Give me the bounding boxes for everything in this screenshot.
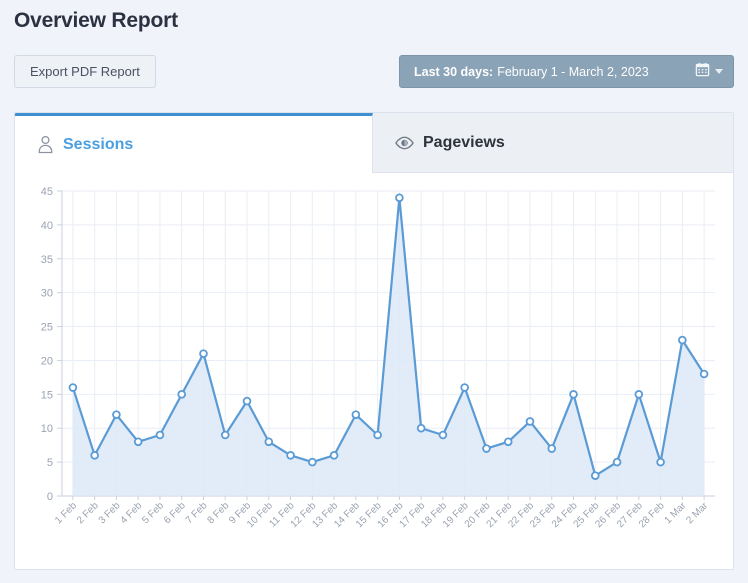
data-point[interactable] [177,390,187,399]
data-point[interactable] [482,444,491,453]
svg-text:4 Feb: 4 Feb [118,500,144,526]
tab-bar: Sessions Pageviews [15,113,733,173]
data-point[interactable] [395,193,404,203]
data-point[interactable] [416,423,426,433]
svg-text:2 Feb: 2 Feb [75,500,101,526]
export-pdf-report-button[interactable]: Export PDF Report [14,55,156,88]
data-point[interactable] [155,430,165,440]
data-point[interactable] [242,396,252,406]
svg-text:5: 5 [47,457,53,469]
export-pdf-report-label: Export PDF Report [30,64,140,79]
data-point[interactable] [220,430,230,440]
svg-text:35: 35 [41,254,53,266]
svg-text:10: 10 [41,423,53,435]
date-range-value: February 1 - March 2, 2023 [497,64,649,79]
tab-sessions-label: Sessions [63,135,134,153]
data-point[interactable] [612,457,622,467]
svg-text:1 Mar: 1 Mar [663,500,689,526]
data-point[interactable] [68,383,78,392]
data-point[interactable] [634,390,644,399]
date-range-label: Last 30 days: [414,64,494,79]
overview-report-page: Overview Report Export PDF Report Last 3… [0,0,748,583]
data-point[interactable] [112,410,121,419]
svg-text:3 Feb: 3 Feb [97,500,123,526]
data-point[interactable] [569,390,578,399]
svg-text:28 Feb: 28 Feb [637,500,667,530]
data-point[interactable] [199,349,208,358]
data-point[interactable] [699,369,709,379]
sessions-area-chart: 0 5 10 15 20 25 30 35 40 45 1 Feb2 Feb3 Feb4 Feb5… [41,186,715,530]
date-range-controls[interactable] [695,62,723,82]
data-point[interactable] [308,457,317,467]
report-card: Sessions Pageviews 0 5 10 15 20 25 30 35 40 45 1 … [14,112,734,570]
svg-text:30: 30 [41,288,53,300]
user-icon [37,135,54,154]
data-point[interactable] [547,444,557,453]
chart-y-axis: 0 5 10 15 20 25 30 35 40 45 [41,186,63,503]
svg-text:0: 0 [47,491,53,503]
svg-text:8 Feb: 8 Feb [206,500,232,526]
svg-text:1 Feb: 1 Feb [53,500,79,526]
data-point[interactable] [438,430,448,440]
data-point[interactable] [656,457,665,467]
data-point[interactable] [503,437,513,447]
svg-text:25: 25 [41,322,53,334]
tab-pageviews-label: Pageviews [423,133,505,151]
data-point[interactable] [133,437,143,447]
data-point[interactable] [373,430,382,440]
svg-text:20: 20 [41,355,53,367]
sessions-chart: 0 5 10 15 20 25 30 35 40 45 1 Feb 2 Feb 3 Feb 4 Feb 5… [15,173,733,569]
tab-sessions[interactable]: Sessions [15,113,373,173]
data-point[interactable] [460,383,469,392]
data-point[interactable] [525,417,535,426]
data-point[interactable] [351,410,361,419]
data-point[interactable] [90,451,99,460]
svg-text:15: 15 [41,389,53,401]
data-point[interactable] [329,451,339,460]
svg-text:6 Feb: 6 Feb [162,500,188,526]
data-point[interactable] [264,437,274,447]
date-range-picker[interactable]: Last 30 days: February 1 - March 2, 2023 [399,55,734,88]
calendar-icon [695,62,710,82]
page-title: Overview Report [14,9,178,32]
svg-text:40: 40 [41,220,53,232]
chevron-down-icon[interactable] [715,69,723,74]
eye-icon [395,136,414,150]
data-point[interactable] [678,335,687,345]
data-point[interactable] [286,451,295,460]
svg-text:2 Mar: 2 Mar [684,500,710,526]
svg-text:7 Feb: 7 Feb [184,500,210,526]
chart-series [68,193,709,496]
tab-pageviews[interactable]: Pageviews [373,113,733,173]
data-point[interactable] [590,471,600,480]
chart-x-axis: 1 Feb2 Feb3 Feb4 Feb5 Feb6 Feb7 Feb8 Feb… [53,495,715,530]
svg-text:5 Feb: 5 Feb [140,500,166,526]
svg-text:45: 45 [41,186,53,198]
